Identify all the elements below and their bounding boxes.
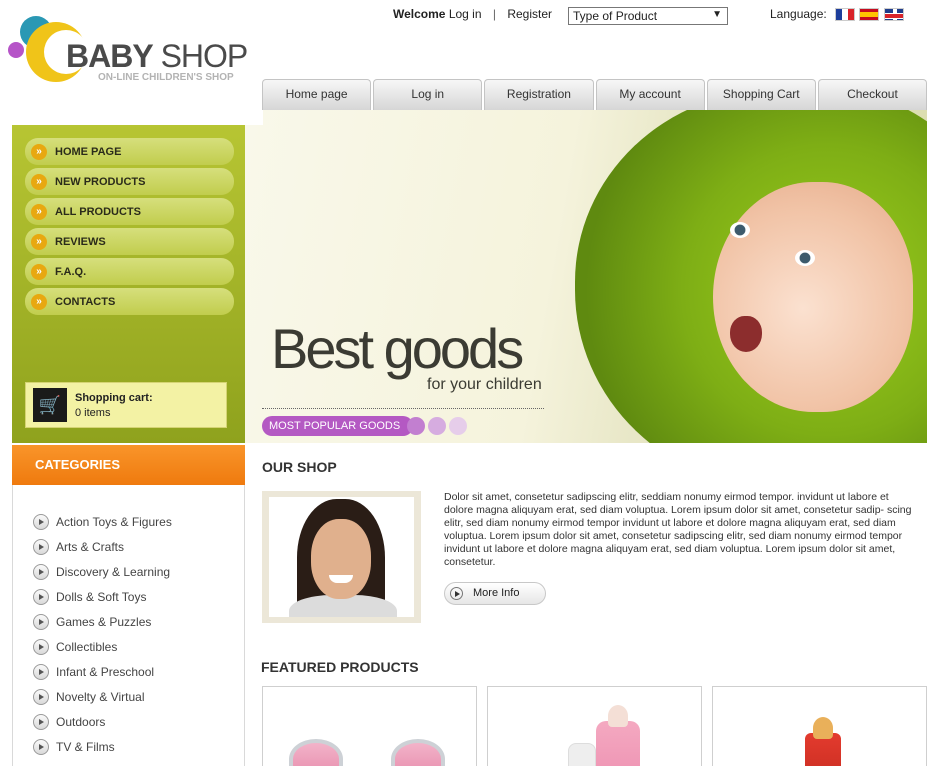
- categories-header: CATEGORIES: [12, 445, 245, 485]
- dropdown-arrow-icon: ▼: [712, 9, 722, 20]
- arrow-bullet-icon: »: [31, 263, 47, 280]
- register-link[interactable]: Register: [507, 7, 552, 21]
- tab-my-account[interactable]: My account: [595, 79, 705, 110]
- play-circle-icon: [33, 638, 49, 655]
- category-tv-films[interactable]: TV & Films: [33, 734, 172, 759]
- logo-purple-dot: [8, 42, 24, 58]
- flag-fr-icon[interactable]: [835, 8, 855, 21]
- language-label: Language:: [770, 7, 827, 21]
- product-card-baby-shoes[interactable]: [262, 686, 477, 766]
- most-popular-goods-label: MOST POPULAR GOODS: [262, 416, 414, 436]
- our-shop-title: OUR SHOP: [262, 459, 337, 475]
- arrow-bullet-icon: »: [31, 173, 47, 190]
- logo-name: BABY SHOP: [66, 38, 248, 74]
- arrow-bullet-icon: »: [31, 293, 47, 310]
- more-info-label: More Info: [473, 587, 520, 599]
- play-circle-icon: [33, 513, 49, 530]
- sidebar-item-faq[interactable]: » F.A.Q.: [25, 258, 234, 285]
- tab-registration[interactable]: Registration: [484, 79, 594, 110]
- tab-log-in[interactable]: Log in: [373, 79, 483, 110]
- banner-divider: [262, 408, 544, 409]
- play-circle-icon: [33, 738, 49, 755]
- category-discovery-learning[interactable]: Discovery & Learning: [33, 559, 172, 584]
- play-circle-icon: [33, 588, 49, 605]
- slider-dot-1[interactable]: [407, 417, 425, 435]
- product-type-value: Type of Product: [573, 9, 658, 23]
- product-card-pink-bottles[interactable]: [487, 686, 702, 766]
- welcome-label: Welcome: [393, 7, 446, 21]
- our-shop-description: Dolor sit amet, consetetur sadipscing el…: [444, 491, 912, 568]
- shopping-cart-box[interactable]: 🛒 Shopping cart: 0 items: [25, 382, 227, 428]
- product-card-red-bottle[interactable]: [712, 686, 927, 766]
- slider-dot-3[interactable]: [449, 417, 467, 435]
- baby-shoe-image: [289, 739, 343, 766]
- flag-uk-icon[interactable]: [884, 8, 904, 21]
- featured-products-title: FEATURED PRODUCTS: [261, 659, 419, 675]
- tab-home-page[interactable]: Home page: [262, 79, 372, 110]
- cart-item-count: 0 items: [75, 406, 111, 419]
- flag-es-icon[interactable]: [859, 8, 879, 21]
- logo-tagline: ON-LINE CHILDREN'S SHOP: [98, 72, 234, 83]
- categories-list: Action Toys & Figures Arts & Crafts Disc…: [33, 509, 172, 759]
- banner-subheadline: for your children: [427, 376, 542, 393]
- tab-checkout[interactable]: Checkout: [817, 79, 928, 110]
- sidebar-item-all-products[interactable]: » ALL PRODUCTS: [25, 198, 234, 225]
- category-dolls-soft-toys[interactable]: Dolls & Soft Toys: [33, 584, 172, 609]
- arrow-bullet-icon: »: [31, 233, 47, 250]
- play-circle-icon: [33, 613, 49, 630]
- category-games-puzzles[interactable]: Games & Puzzles: [33, 609, 172, 634]
- sidebar-item-reviews[interactable]: » REVIEWS: [25, 228, 234, 255]
- small-bottle-image: [568, 743, 596, 766]
- login-link[interactable]: Log in: [449, 7, 482, 21]
- account-links: Welcome Log in | Register: [393, 7, 552, 21]
- shop-woman-photo: [269, 497, 414, 617]
- category-collectibles[interactable]: Collectibles: [33, 634, 172, 659]
- cart-title: Shopping cart:: [75, 391, 153, 404]
- product-type-select[interactable]: Type of Product ▼: [568, 7, 728, 25]
- banner-headline: Best goods: [271, 317, 524, 380]
- play-circle-icon: [33, 538, 49, 555]
- tab-shopping-cart[interactable]: Shopping Cart: [706, 79, 816, 110]
- arrow-bullet-icon: »: [31, 143, 47, 160]
- category-novelty-virtual[interactable]: Novelty & Virtual: [33, 684, 172, 709]
- baby-shoe-image: [391, 739, 445, 766]
- hero-banner[interactable]: Best goods for your children MOST POPULA…: [245, 110, 927, 443]
- link-separator: |: [492, 7, 496, 21]
- pink-bottle-image: [596, 721, 640, 766]
- category-action-toys[interactable]: Action Toys & Figures: [33, 509, 172, 534]
- main-nav-tabs: Home page Log in Registration My account…: [262, 79, 928, 110]
- category-arts-crafts[interactable]: Arts & Crafts: [33, 534, 172, 559]
- slider-dot-2[interactable]: [428, 417, 446, 435]
- sidebar-item-contacts[interactable]: » CONTACTS: [25, 288, 234, 315]
- arrow-bullet-icon: »: [31, 203, 47, 220]
- shopping-cart-icon: 🛒: [33, 388, 67, 422]
- sidebar-item-new-products[interactable]: » NEW PRODUCTS: [25, 168, 234, 195]
- play-circle-icon: [450, 587, 463, 600]
- more-info-button[interactable]: More Info: [444, 582, 546, 605]
- banner-baby-face-image: [713, 182, 913, 412]
- sidebar-menu: » HOME PAGE » NEW PRODUCTS » ALL PRODUCTS »…: [25, 138, 234, 318]
- play-circle-icon: [33, 688, 49, 705]
- play-circle-icon: [33, 713, 49, 730]
- category-infant-preschool[interactable]: Infant & Preschool: [33, 659, 172, 684]
- sidebar-item-home-page[interactable]: » HOME PAGE: [25, 138, 234, 165]
- category-outdoors[interactable]: Outdoors: [33, 709, 172, 734]
- play-circle-icon: [33, 563, 49, 580]
- play-circle-icon: [33, 663, 49, 680]
- site-logo[interactable]: BABY SHOP ON-LINE CHILDREN'S SHOP: [6, 14, 248, 94]
